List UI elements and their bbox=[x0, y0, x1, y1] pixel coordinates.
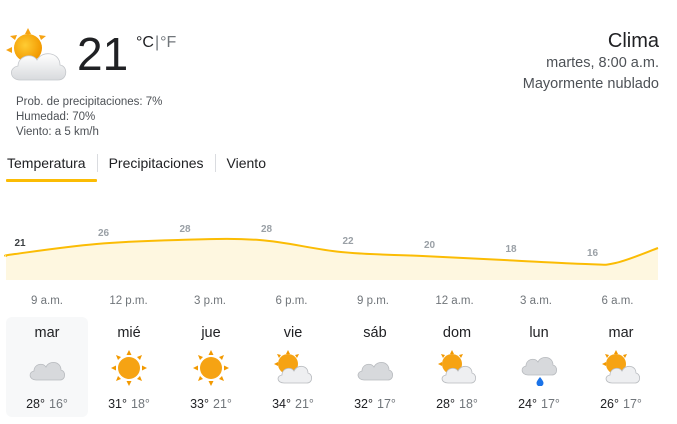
day-low: 18° bbox=[459, 397, 478, 411]
day-card[interactable]: mar 28° 16° bbox=[6, 317, 88, 417]
day-name: mié bbox=[117, 325, 141, 341]
unit-celsius: °C bbox=[136, 34, 154, 51]
time-tick-label: 12 p.m. bbox=[109, 295, 147, 307]
unit-fahrenheit-button[interactable]: °F bbox=[160, 34, 176, 52]
temperature-data-label: 28 bbox=[179, 224, 191, 235]
day-temperatures: 28° 18° bbox=[416, 396, 498, 412]
day-name: mar bbox=[608, 325, 634, 341]
tab-wind[interactable]: Viento bbox=[216, 153, 277, 173]
day-temperatures: 31° 18° bbox=[88, 396, 170, 412]
day-name: mar bbox=[34, 325, 60, 341]
day-card[interactable]: dom 28° 18° bbox=[416, 317, 498, 417]
day-high: 26° bbox=[600, 397, 619, 411]
day-temperatures: 24° 17° bbox=[498, 396, 580, 412]
day-name: vie bbox=[283, 325, 303, 341]
temperature-data-label: 16 bbox=[587, 248, 599, 259]
time-tick-label: 9 a.m. bbox=[31, 295, 63, 307]
humidity: Humedad: 70% bbox=[16, 111, 96, 123]
current-temperature: 21 bbox=[77, 28, 129, 80]
day-high: 32° bbox=[354, 397, 373, 411]
tab-wind-label: Viento bbox=[226, 155, 266, 171]
day-high: 31° bbox=[108, 397, 127, 411]
temperature-data-label: 21 bbox=[14, 238, 26, 249]
day-name: jue bbox=[201, 325, 221, 341]
day-low: 21° bbox=[213, 397, 232, 411]
day-high: 24° bbox=[518, 397, 537, 411]
day-high: 33° bbox=[190, 397, 209, 411]
partly-cloudy-icon bbox=[438, 350, 477, 384]
temperature-data-label: 20 bbox=[424, 240, 436, 251]
rain-cloud-icon bbox=[521, 357, 558, 386]
day-card[interactable]: jue 33° 21° bbox=[170, 317, 252, 417]
day-low: 16° bbox=[49, 397, 68, 411]
day-low: 17° bbox=[623, 397, 642, 411]
sunny-icon bbox=[193, 350, 229, 386]
day-name: sáb bbox=[363, 325, 387, 341]
daily-forecast: mar 28° 16° mié 31° 18° jue 33° 21° vie … bbox=[6, 317, 662, 417]
time-tick-label: 9 p.m. bbox=[357, 295, 389, 307]
temperature-chart-svg: 21 26 28 28 22 20 18 16 9 a.m. 12 p.m. 3 p.m. 6 p.m… bbox=[3, 224, 659, 307]
current-datetime: martes, 8:00 a.m. bbox=[546, 55, 659, 71]
partly-cloudy-icon bbox=[274, 350, 313, 384]
day-low: 17° bbox=[541, 397, 560, 411]
weather-summary: Clima martes, 8:00 a.m. Mayormente nubla… bbox=[523, 29, 659, 95]
unit-toggle: °C|°F bbox=[136, 34, 176, 52]
day-high: 28° bbox=[436, 397, 455, 411]
temperature-chart: 21 26 28 28 22 20 18 16 9 a.m. 12 p.m. 3 p.m. 6 p.m… bbox=[0, 200, 677, 310]
sunny-icon bbox=[111, 350, 147, 386]
widget-title: Clima bbox=[607, 30, 659, 52]
temperature-data-label: 22 bbox=[342, 236, 354, 247]
tab-precipitation-label: Precipitaciones bbox=[108, 155, 204, 171]
temperature-data-label: 28 bbox=[261, 224, 273, 235]
wind-speed: Viento: a 5 km/h bbox=[16, 126, 99, 138]
tab-precipitation[interactable]: Precipitaciones bbox=[98, 153, 215, 173]
day-name: lun bbox=[529, 325, 549, 341]
weather-widget: 21 °C|°F Prob. de precipitaciones: 7% Hu… bbox=[0, 0, 677, 424]
day-low: 18° bbox=[131, 397, 150, 411]
day-low: 17° bbox=[377, 397, 396, 411]
day-card[interactable]: vie 34° 21° bbox=[252, 317, 334, 417]
day-card[interactable]: mar 26° 17° bbox=[580, 317, 662, 417]
day-temperatures: 33° 21° bbox=[170, 396, 252, 412]
time-tick-label: 3 p.m. bbox=[194, 295, 226, 307]
cloudy-icon bbox=[357, 362, 394, 381]
temperature-data-label: 26 bbox=[98, 228, 110, 239]
time-tick-label: 6 p.m. bbox=[276, 295, 308, 307]
current-details: Prob. de precipitaciones: 7% Humedad: 70… bbox=[16, 95, 162, 140]
partly-cloudy-icon bbox=[602, 350, 641, 384]
day-temperatures: 32° 17° bbox=[334, 396, 416, 412]
current-condition: Mayormente nublado bbox=[522, 76, 659, 92]
day-card[interactable]: lun 24° 17° bbox=[498, 317, 580, 417]
day-name: dom bbox=[442, 325, 472, 341]
tab-temperature-label: Temperatura bbox=[7, 155, 86, 171]
cloudy-icon bbox=[29, 362, 66, 381]
day-card[interactable]: sáb 32° 17° bbox=[334, 317, 416, 417]
day-high: 34° bbox=[272, 397, 291, 411]
active-tab-indicator bbox=[6, 179, 97, 182]
day-low: 21° bbox=[295, 397, 314, 411]
day-temperatures: 34° 21° bbox=[252, 396, 334, 412]
temperature-data-label: 18 bbox=[505, 244, 517, 255]
time-tick-label: 3 a.m. bbox=[520, 295, 552, 307]
day-high: 28° bbox=[26, 397, 45, 411]
partly-cloudy-icon bbox=[6, 28, 67, 81]
day-temperatures: 28° 16° bbox=[6, 396, 88, 412]
day-card[interactable]: mié 31° 18° bbox=[88, 317, 170, 417]
time-tick-label: 12 a.m. bbox=[435, 295, 473, 307]
temperature-area bbox=[4, 238, 658, 280]
day-temperatures: 26° 17° bbox=[580, 396, 662, 412]
time-tick-label: 6 a.m. bbox=[602, 295, 634, 307]
chart-tabs: Temperatura Precipitaciones Viento bbox=[6, 153, 277, 183]
tab-temperature[interactable]: Temperatura bbox=[6, 153, 97, 182]
precipitation-probability: Prob. de precipitaciones: 7% bbox=[16, 96, 163, 108]
